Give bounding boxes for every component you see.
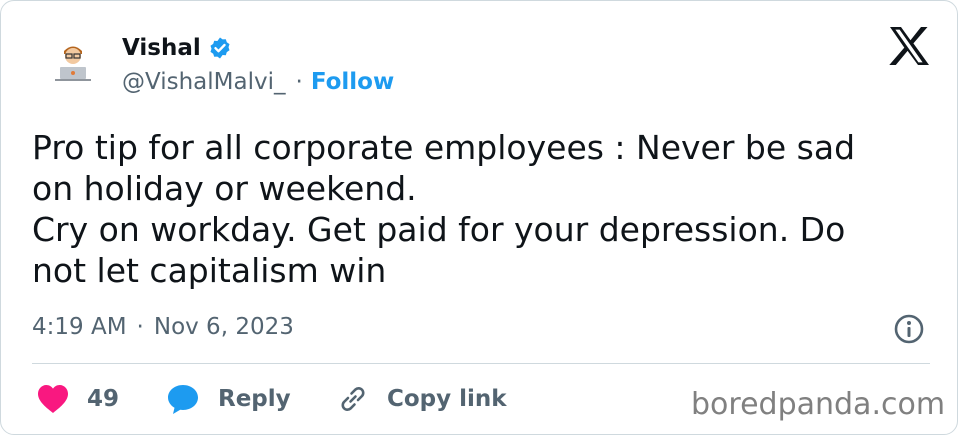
like-button[interactable]: 49 <box>37 379 119 419</box>
avatar-icon <box>49 37 97 85</box>
tweet-text-line: not let capitalism win <box>32 251 387 290</box>
tweet-timestamp[interactable]: 4:19 AM · Nov 6, 2023 <box>32 311 294 343</box>
copy-link-label: Copy link <box>387 386 507 412</box>
like-count: 49 <box>87 386 120 412</box>
author-display-name[interactable]: Vishal <box>122 35 201 61</box>
divider <box>32 363 930 364</box>
reply-button[interactable]: Reply <box>166 379 291 419</box>
tweet-text-line: Pro tip for all corporate employees : Ne… <box>32 128 856 167</box>
link-icon <box>341 387 365 411</box>
tweet-card: Vishal @VishalMalvi_ · Follow Pro tip fo… <box>0 0 958 435</box>
x-logo-icon[interactable] <box>889 27 929 65</box>
author-handle[interactable]: @VishalMalvi_ <box>122 69 286 95</box>
tweet-text-line: Cry on workday. Get paid for your depres… <box>32 210 846 249</box>
heart-icon <box>38 385 68 413</box>
copy-link-button[interactable]: Copy link <box>337 379 507 419</box>
reply-bubble-icon <box>168 385 198 414</box>
tweet-text-line: on holiday or weekend. <box>32 169 417 208</box>
reply-label: Reply <box>218 386 291 412</box>
author-handle-row: @VishalMalvi_ · Follow <box>122 67 394 97</box>
info-icon[interactable] <box>893 313 925 345</box>
follow-button[interactable]: Follow <box>311 69 394 95</box>
watermark: boredpanda.com <box>691 387 946 422</box>
tweet-date: Nov 6, 2023 <box>153 314 294 340</box>
timestamp-separator: · <box>136 314 144 340</box>
author-name-row: Vishal <box>122 31 232 65</box>
verified-badge-icon <box>210 37 230 59</box>
tweet-time: 4:19 AM <box>32 314 127 340</box>
tweet-text: Pro tip for all corporate employees : Ne… <box>32 127 932 291</box>
avatar[interactable] <box>49 37 97 85</box>
separator-dot: · <box>295 69 303 95</box>
